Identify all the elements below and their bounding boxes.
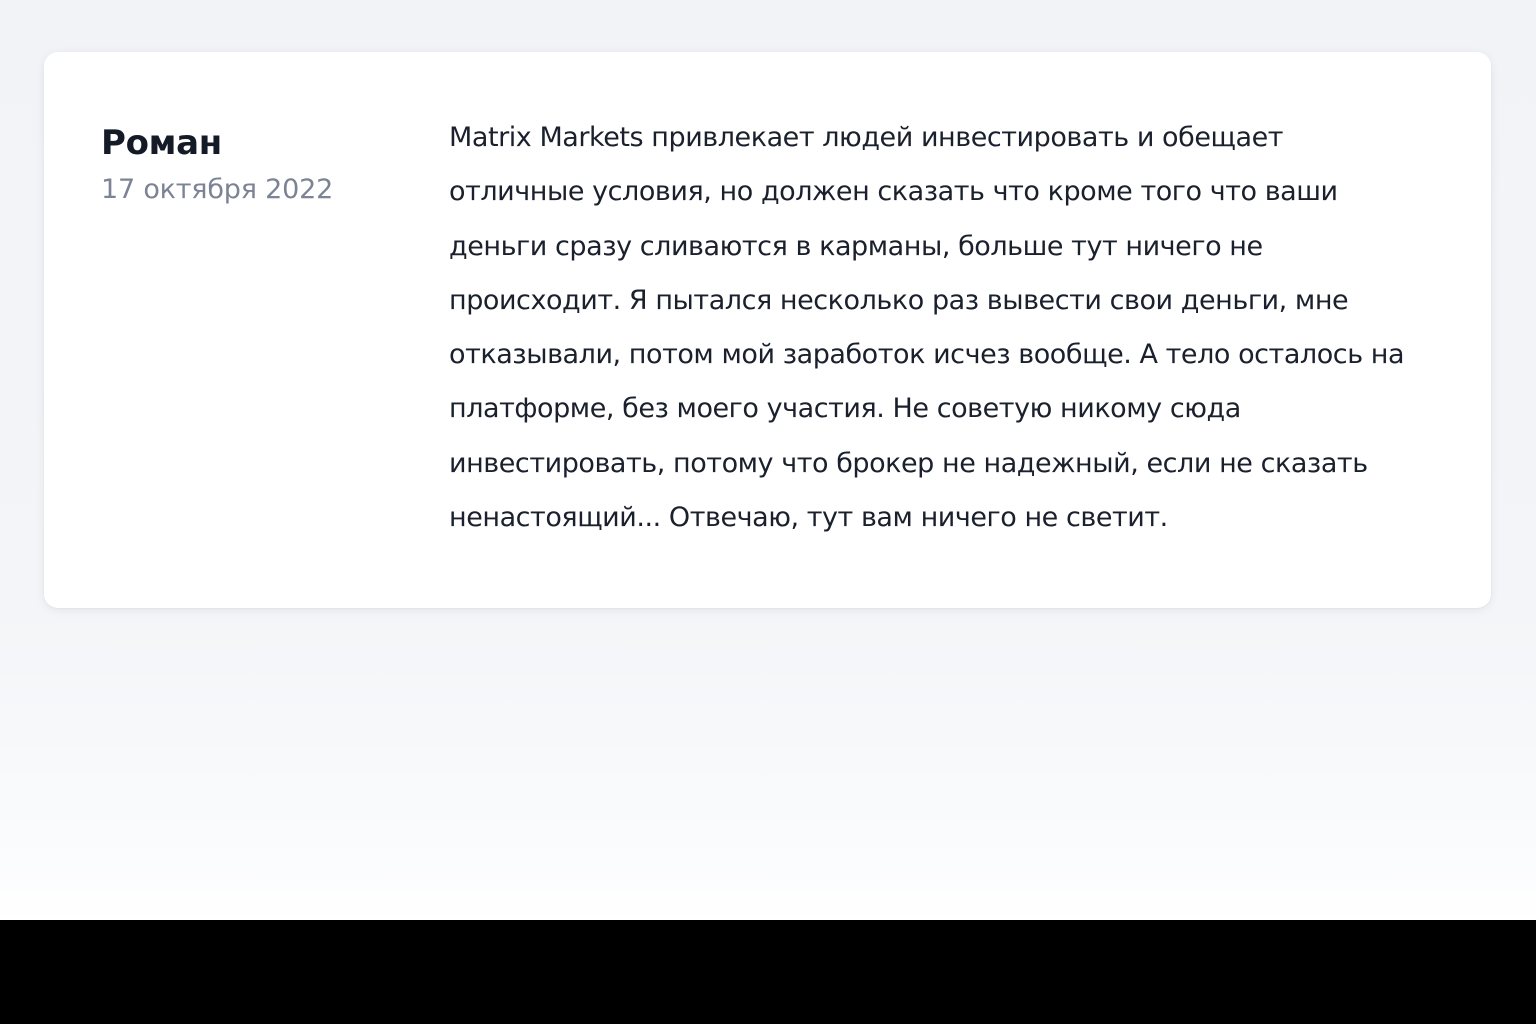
author-name: Роман (101, 123, 223, 163)
review-text-line: инвестировать, потому что брокер не наде… (449, 447, 1368, 479)
review-text-line: отказывали, потом мой заработок исчез во… (449, 339, 1405, 371)
letterbox-bar (0, 920, 1536, 1024)
review-text-line: Matrix Markets привлекает людей инвестир… (449, 122, 1284, 153)
review-text-line: отличные условия, но должен сказать что … (449, 176, 1338, 208)
review-text-line: происходит. Я пытался несколько раз выве… (449, 284, 1349, 316)
review-date: 17 октября 2022 (101, 174, 334, 205)
review-author-block: Роман 17 октября 2022 (101, 120, 431, 208)
page: Роман 17 октября 2022 Matrix Markets при… (0, 0, 1536, 920)
review-text-line: деньги сразу сливаются в карманы, больше… (449, 230, 1263, 262)
review-text: Matrix Markets привлекает людей инвестир… (449, 111, 1439, 545)
review-text-line: платформе, без моего участия. Не советую… (449, 393, 1241, 425)
review-text-line: ненастоящий... Отвечаю, тут вам ничего н… (449, 502, 1168, 534)
review-card: Роман 17 октября 2022 Matrix Markets при… (44, 52, 1491, 608)
